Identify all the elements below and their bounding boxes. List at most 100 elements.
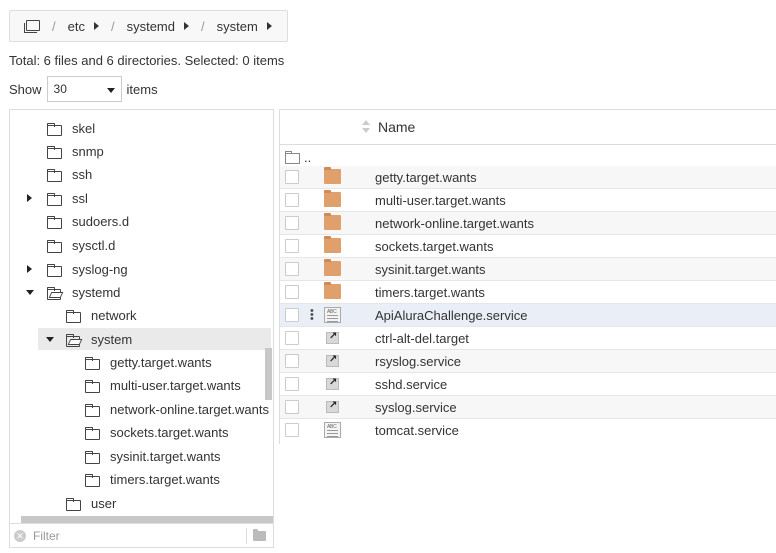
text-file-icon: ABC [324,307,341,323]
file-name[interactable]: multi-user.target.wants [375,193,506,208]
folder-icon [66,309,81,323]
expand-icon[interactable] [27,265,32,273]
row-checkbox[interactable] [285,308,299,322]
tree-item-sysctl-d[interactable]: sysctl.d [47,234,115,256]
row-checkbox[interactable] [285,377,299,391]
table-row[interactable]: ↗ ctrl-alt-del.target [280,327,776,350]
column-header-name[interactable]: Name [378,119,415,135]
kebab-menu-icon[interactable]: • • • [310,306,314,325]
breadcrumb-item-system[interactable]: system [217,19,272,34]
folder-icon [66,497,81,511]
tree-item-ssl[interactable]: ssl [47,187,88,209]
folder-icon [85,379,100,393]
items-label: items [126,81,158,97]
collapse-icon[interactable] [46,337,54,342]
breadcrumb-separator: / [201,18,205,34]
tree-item-user[interactable]: user [66,492,116,514]
file-list: Name .. getty.target.wants multi-user.ta… [279,109,776,444]
row-checkbox[interactable] [285,354,299,368]
folder-root-icon[interactable] [24,20,40,33]
breadcrumb-item-etc[interactable]: etc [68,19,99,34]
table-row[interactable]: ↗ rsyslog.service [280,350,776,373]
folder-icon [324,190,341,207]
tree-item-system[interactable]: system [38,328,271,350]
table-row[interactable]: timers.target.wants [280,281,776,304]
table-row[interactable]: sysinit.target.wants [280,258,776,281]
tree-item-network[interactable]: network [66,304,137,326]
file-name[interactable]: syslog.service [375,400,457,415]
tree-item-getty-target-wants[interactable]: getty.target.wants [85,351,212,373]
breadcrumb-item-systemd[interactable]: systemd [127,19,189,34]
folder-icon [47,239,62,253]
clear-icon[interactable]: ✕ [14,529,26,542]
chevron-right-icon[interactable] [266,22,272,30]
breadcrumb-separator: / [110,18,115,34]
file-name[interactable]: sshd.service [375,377,447,392]
filter-input[interactable]: Filter [33,529,246,543]
file-name[interactable]: tomcat.service [375,423,459,438]
tree-item-systemd[interactable]: systemd [47,281,120,303]
file-name[interactable]: getty.target.wants [375,170,477,185]
chevron-down-icon[interactable] [106,88,115,93]
table-row[interactable]: ↗ sshd.service [280,373,776,396]
text-file-icon: ABC [324,422,341,438]
folder-icon [47,192,62,206]
file-name[interactable]: sockets.target.wants [375,239,494,254]
tree-vertical-scrollbar[interactable] [265,348,272,400]
row-checkbox[interactable] [285,239,299,253]
page-size-value[interactable]: 30 [54,82,67,96]
tree-item-network-online-target-wants[interactable]: network-online.target.wants [85,398,269,420]
row-checkbox[interactable] [285,193,299,207]
tree-item-sockets-target-wants[interactable]: sockets.target.wants [85,421,229,443]
chevron-right-icon[interactable] [184,22,189,30]
folder-icon [47,168,62,182]
file-name[interactable]: ctrl-alt-del.target [375,331,469,346]
tree-item-ssh[interactable]: ssh [47,163,92,185]
file-name[interactable]: network-online.target.wants [375,216,534,231]
folder-icon [324,259,341,276]
table-row[interactable]: getty.target.wants [280,166,776,189]
row-checkbox[interactable] [285,262,299,276]
breadcrumb: / etc / systemd / system [9,10,288,42]
tree-item-syslog-ng[interactable]: syslog-ng [47,258,128,280]
folder-icon [85,473,100,487]
tree-item-timers-target-wants[interactable]: timers.target.wants [85,468,220,490]
table-row[interactable]: • • • ABC ApiAluraChallenge.service [280,304,776,327]
collapse-icon[interactable] [26,290,34,295]
expand-icon[interactable] [27,194,32,202]
row-checkbox[interactable] [285,400,299,414]
table-row[interactable]: sockets.target.wants [280,235,776,258]
tree-item-snmp[interactable]: snmp [47,140,104,162]
row-checkbox[interactable] [285,285,299,299]
symlink-icon: ↗ [326,354,339,367]
sort-icon[interactable] [362,120,370,134]
folder-filter-icon[interactable] [253,528,266,541]
table-row[interactable]: ABC tomcat.service [280,419,776,442]
row-checkbox[interactable] [285,331,299,345]
symlink-icon: ↗ [326,331,339,344]
page-size-control: Show 30 items [9,76,158,102]
chevron-right-icon[interactable] [93,22,99,30]
page-size-select[interactable]: 30 [46,76,122,102]
table-row[interactable]: multi-user.target.wants [280,189,776,212]
file-name[interactable]: timers.target.wants [375,285,485,300]
file-name[interactable]: sysinit.target.wants [375,262,486,277]
folder-icon [85,426,100,440]
file-name[interactable]: ApiAluraChallenge.service [375,308,527,323]
row-checkbox[interactable] [285,216,299,230]
folder-icon [324,213,341,230]
table-row[interactable]: ↗ syslog.service [280,396,776,419]
row-checkbox[interactable] [285,170,299,184]
row-checkbox[interactable] [285,423,299,437]
tree-item-sudoers-d[interactable]: sudoers.d [47,210,129,232]
selection-summary: Total: 6 files and 6 directories. Select… [9,53,285,68]
table-row[interactable]: network-online.target.wants [280,212,776,235]
tree-item-sysinit-target-wants[interactable]: sysinit.target.wants [85,445,221,467]
symlink-icon: ↗ [326,377,339,390]
tree-item-skel[interactable]: skel [47,117,95,139]
tree-filter: ✕ Filter [10,523,273,547]
folder-icon [85,356,100,370]
file-name[interactable]: rsyslog.service [375,354,461,369]
tree-horizontal-scrollbar[interactable] [21,516,273,523]
tree-item-multi-user-target-wants[interactable]: multi-user.target.wants [85,374,241,396]
